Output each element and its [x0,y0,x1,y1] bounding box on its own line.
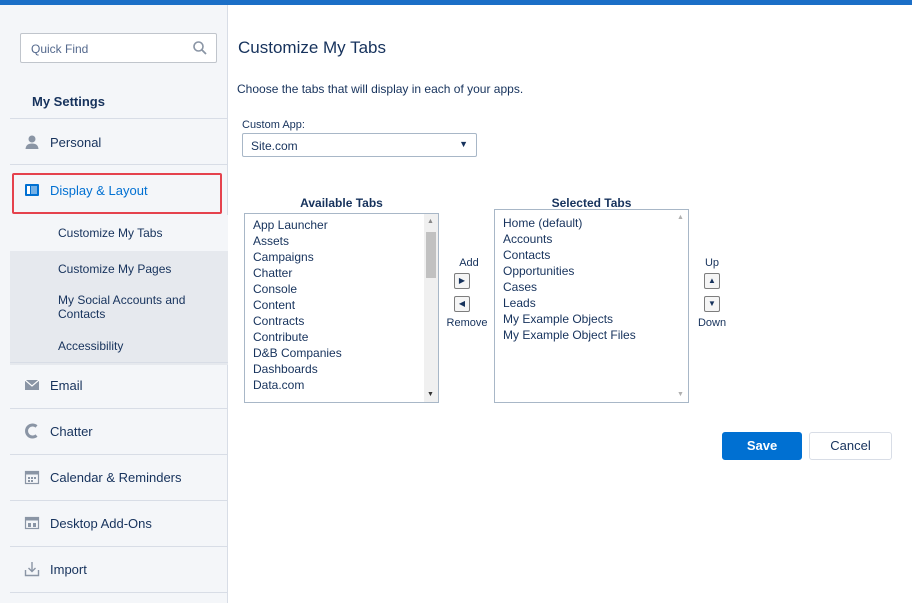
scroll-up-icon[interactable]: ▲ [427,218,434,225]
save-button[interactable]: Save [722,432,802,460]
submenu-item-label: Customize My Tabs [58,226,163,240]
move-down-button[interactable]: ▼ [704,296,720,312]
desktop-addons-icon [24,516,40,530]
page-description: Choose the tabs that will display in eac… [237,82,524,96]
sidebar-item-calendar[interactable]: Calendar & Reminders [10,455,228,499]
sidebar-item-label: Desktop Add-Ons [50,516,152,531]
move-up-button[interactable]: ▲ [704,273,720,289]
available-tab-option[interactable]: Data.com [253,377,304,393]
selected-tab-option[interactable]: Home (default) [503,215,582,231]
selected-tabs-list[interactable]: Home (default) Accounts Contacts Opportu… [494,209,689,403]
user-icon [25,135,39,149]
available-tab-option[interactable]: Assets [253,233,289,249]
arrow-up-icon: ▲ [708,276,716,285]
sidebar-item-label: Personal [50,135,102,150]
search-icon[interactable] [192,40,208,56]
selected-tab-option[interactable]: Cases [503,279,537,295]
import-icon [24,562,40,577]
selected-tab-option[interactable]: Leads [503,295,536,311]
divider [10,592,228,593]
selected-tabs-title: Selected Tabs [551,196,632,210]
submenu-item-label: Accessibility [58,339,124,353]
down-label: Down [697,317,727,329]
add-button[interactable]: ▶ [454,273,470,289]
submenu-item-social-accounts[interactable]: My Social Accounts and Contacts [10,293,228,327]
available-tab-option[interactable]: App Launcher [253,217,328,233]
sidebar-item-import[interactable]: Import [10,547,228,591]
selected-tab-option[interactable]: Accounts [503,231,552,247]
remove-label: Remove [446,317,488,329]
add-label: Add [459,257,479,269]
divider [10,164,228,165]
available-tab-option[interactable]: Contribute [253,329,308,345]
cancel-button[interactable]: Cancel [809,432,892,460]
chatter-icon [25,423,38,439]
available-tab-option[interactable]: D&B Companies [253,345,342,361]
available-tab-option[interactable]: Chatter [253,265,292,281]
submenu-item-customize-my-pages[interactable]: Customize My Pages [10,251,228,285]
up-label: Up [704,257,720,269]
sidebar-title: My Settings [32,94,105,109]
available-tabs-list[interactable]: App Launcher Assets Campaigns Chatter Co… [244,213,439,403]
quick-find-input[interactable]: Quick Find [20,33,217,63]
sidebar-item-label: Calendar & Reminders [50,470,182,485]
sidebar-item-desktop-addons[interactable]: Desktop Add-Ons [10,501,228,545]
scrollbar-thumb[interactable] [426,232,436,278]
arrow-right-icon: ▶ [458,276,466,285]
selected-tab-option[interactable]: My Example Object Files [503,327,636,343]
submenu-item-label: Customize My Pages [58,262,172,276]
calendar-icon [24,470,40,485]
sidebar-item-label: Email [50,378,83,393]
submenu-item-customize-my-tabs[interactable]: Customize My Tabs [10,215,228,251]
selected-tab-option[interactable]: Opportunities [503,263,574,279]
submenu-item-label: My Social Accounts and Contacts [58,293,186,321]
scroll-down-icon[interactable]: ▼ [677,391,684,398]
available-tabs-title: Available Tabs [300,196,383,210]
custom-app-label: Custom App: [242,119,305,131]
main-content: Customize My Tabs Choose the tabs that w… [228,5,912,603]
highlight-box [12,173,222,214]
available-tab-option[interactable]: Console [253,281,297,297]
sidebar-item-personal[interactable]: Personal [10,120,228,164]
settings-sidebar: Quick Find My Settings Personal Display … [0,5,228,603]
custom-app-value: Site.com [251,139,298,153]
selected-tab-option[interactable]: Contacts [503,247,550,263]
available-tab-option[interactable]: Contracts [253,313,304,329]
page-title: Customize My Tabs [238,38,387,57]
scroll-down-icon[interactable]: ▼ [427,391,434,398]
quick-find-placeholder: Quick Find [31,42,89,56]
arrow-left-icon: ◀ [458,299,466,308]
available-tabs-scrollbar[interactable]: ▲ ▼ [424,214,438,402]
chevron-down-icon: ▼ [459,139,468,149]
available-tab-option[interactable]: Dashboards [253,361,318,377]
remove-button[interactable]: ◀ [454,296,470,312]
sidebar-item-label: Import [50,562,87,577]
available-tab-option[interactable]: Content [253,297,295,313]
display-layout-submenu: Customize My Tabs Customize My Pages My … [10,215,228,365]
sidebar-item-label: Chatter [50,424,93,439]
arrow-down-icon: ▼ [708,299,716,308]
selected-tabs-scrollbar[interactable]: ▲ ▼ [674,210,688,402]
sidebar-item-chatter[interactable]: Chatter [10,409,228,453]
available-tab-option[interactable]: Campaigns [253,249,314,265]
selected-tab-option[interactable]: My Example Objects [503,311,613,327]
scroll-up-icon[interactable]: ▲ [677,214,684,221]
sidebar-item-email[interactable]: Email [10,363,228,407]
submenu-item-accessibility[interactable]: Accessibility [10,331,228,365]
envelope-icon [24,379,40,390]
custom-app-select[interactable]: Site.com ▼ [242,133,477,157]
divider [10,118,228,119]
